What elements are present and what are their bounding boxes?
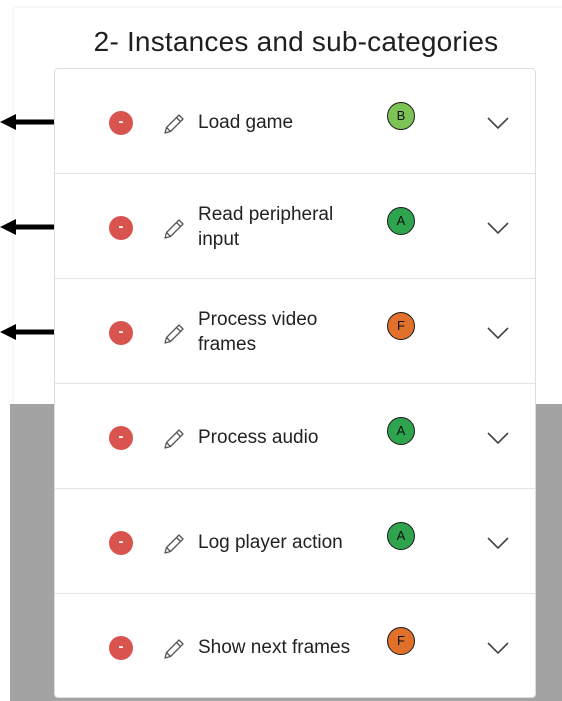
remove-button[interactable]: - [109,111,133,135]
item-label: Load game [198,112,294,133]
grade-badge: B [387,102,415,130]
instance-list-card: - Load game B - Read peripheral input A - Proce… [54,68,536,698]
remove-button[interactable]: - [109,636,133,660]
pencil-icon[interactable] [161,636,187,662]
remove-button[interactable]: - [109,216,133,240]
remove-button[interactable]: - [109,531,133,555]
grade-badge: A [387,207,415,235]
pencil-icon[interactable] [161,111,187,137]
item-label: Show next frames [198,637,351,658]
section-title: 2- Instances and sub-categories [93,26,499,57]
chevron-down-icon[interactable] [487,116,509,130]
chevron-down-icon[interactable] [487,536,509,550]
list-item: - Process audio A [55,384,535,489]
grade-badge: A [387,522,415,550]
item-label: Log player action [198,532,343,553]
chevron-down-icon[interactable] [487,431,509,445]
list-item: - Process video frames F [55,279,535,384]
chevron-down-icon[interactable] [487,326,509,340]
grade-badge: F [387,627,415,655]
item-label: Process audio [198,427,319,448]
pencil-icon[interactable] [161,531,187,557]
list-item: - Load game B [55,69,535,174]
grade-badge: A [387,417,415,445]
remove-button[interactable]: - [109,321,133,345]
chevron-down-icon[interactable] [487,641,509,655]
pencil-icon[interactable] [161,321,187,347]
remove-button[interactable]: - [109,426,133,450]
chevron-down-icon[interactable] [487,221,509,235]
list-item: - Show next frames F [55,594,535,699]
item-label: Process video frames [198,309,318,355]
grade-badge: F [387,312,415,340]
pencil-icon[interactable] [161,216,187,242]
list-item: - Read peripheral input A [55,174,535,279]
pencil-icon[interactable] [161,426,187,452]
list-item: - Log player action A [55,489,535,594]
item-label: Read peripheral input [198,204,334,250]
